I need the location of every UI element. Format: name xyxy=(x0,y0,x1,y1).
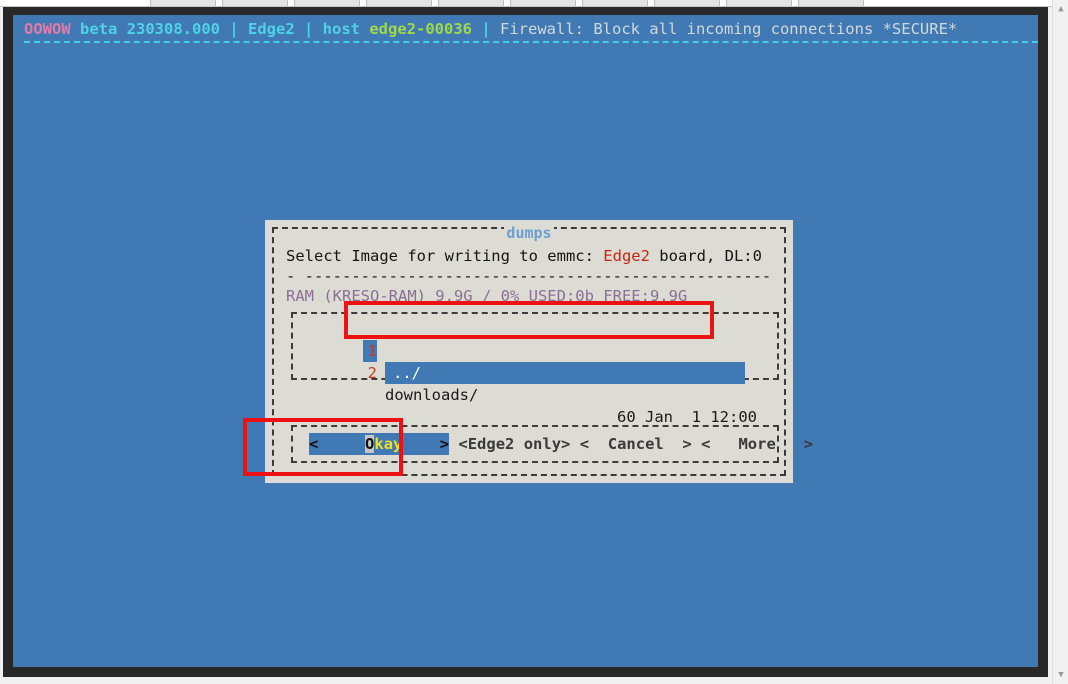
okay-button[interactable]: < Okay > xyxy=(309,433,450,455)
list-item[interactable]: 1 ../ xyxy=(293,318,777,384)
list-item[interactable]: 2 downloads/ 60 Jan 1 12:00 xyxy=(293,340,777,426)
dialog-divider: - --------------------------------------… xyxy=(286,267,774,285)
cancel-bracket-close: > xyxy=(682,435,692,453)
cancel-label: Cancel xyxy=(607,435,664,453)
browser-tab[interactable] xyxy=(654,0,720,6)
terminal-window-frame: OOWOW beta 230308.000 | Edge2 | host edg… xyxy=(3,7,1048,677)
browser-tab[interactable] xyxy=(510,0,576,6)
edge2-only-label: Edge2 only xyxy=(467,435,562,453)
browser-tab[interactable] xyxy=(294,0,360,6)
dialog-prompt-board: Edge2 xyxy=(603,247,650,265)
okay-hotkey: O xyxy=(365,435,375,453)
file-list[interactable]: 1 ../ 2 downloads/ 60 Jan 1 12:00 xyxy=(291,312,779,426)
cancel-button[interactable]: < Cancel > xyxy=(580,433,692,455)
host-label: host xyxy=(322,20,360,38)
edge2-only-button[interactable]: <Edge2 only> xyxy=(458,433,570,455)
separator-2: | xyxy=(294,20,323,38)
version-label: beta 230308.000 xyxy=(80,20,220,38)
screenshot-root: OOWOW beta 230308.000 | Edge2 | host edg… xyxy=(0,0,1068,684)
more-pad-right xyxy=(776,435,804,453)
cancel-bracket-open: < xyxy=(579,435,590,453)
okay-bracket-close: > xyxy=(439,435,450,453)
more-label: More xyxy=(738,435,776,453)
cancel-pad-left xyxy=(589,435,608,453)
browser-tab[interactable] xyxy=(582,0,648,6)
brand-label: OOWOW xyxy=(24,20,71,38)
dialog-title-text: dumps xyxy=(504,224,554,242)
list-item-name[interactable]: ../ xyxy=(385,362,745,384)
browser-tab[interactable] xyxy=(798,0,864,6)
browser-tab[interactable] xyxy=(438,0,504,6)
separator-1: | xyxy=(220,20,248,38)
scroll-up-arrow-icon[interactable]: ▲ xyxy=(1053,1,1068,17)
host-name: edge2-00036 xyxy=(369,20,472,38)
more-pad-left xyxy=(710,435,738,453)
browser-tab[interactable] xyxy=(222,0,288,6)
dialog-button-bar: < Okay > <Edge2 only> < Cancel > < More … xyxy=(291,425,813,463)
list-item-name[interactable]: downloads/ xyxy=(385,384,478,406)
okay-pad-left xyxy=(318,435,365,453)
image-select-dialog: dumps Select Image for writing to emmc: … xyxy=(265,220,813,483)
browser-tab[interactable] xyxy=(366,0,432,6)
terminal-screen[interactable]: OOWOW beta 230308.000 | Edge2 | host edg… xyxy=(13,15,1038,667)
scrollbar-thumb[interactable] xyxy=(1056,18,1066,658)
cancel-pad-right xyxy=(664,435,683,453)
dialog-button-row: < Okay > <Edge2 only> < Cancel > < More … xyxy=(293,433,813,455)
firewall-status: Firewall: Block all incoming connections… xyxy=(500,20,958,38)
scroll-down-arrow-icon[interactable]: ▼ xyxy=(1053,667,1068,683)
okay-label: kay xyxy=(374,435,403,453)
browser-tab[interactable] xyxy=(726,0,792,6)
list-item-index: 2 xyxy=(367,364,377,382)
board-label: Edge2 xyxy=(248,20,295,38)
browser-chrome-sliver xyxy=(0,0,1068,7)
browser-tab[interactable] xyxy=(150,0,216,6)
dialog-prompt-suffix: board, DL:0 xyxy=(649,247,762,265)
status-line: OOWOW beta 230308.000 | Edge2 | host edg… xyxy=(24,19,957,39)
edge2-only-bracket-open: < xyxy=(458,435,468,453)
okay-bracket-open: < xyxy=(309,435,319,453)
edge2-only-bracket-close: > xyxy=(561,435,571,453)
ram-status-line: RAM (KRESQ-RAM) 9.9G / 0% USED:0b FREE:9… xyxy=(286,287,688,305)
header-divider-rule xyxy=(24,41,1038,43)
dialog-title: dumps xyxy=(265,224,793,242)
more-bracket-close: > xyxy=(803,435,814,453)
browser-tab-strip xyxy=(150,0,864,6)
dialog-prompt: Select Image for writing to emmc: Edge2 … xyxy=(286,247,762,266)
more-button[interactable]: < More > xyxy=(701,433,813,455)
dialog-prompt-prefix: Select Image for writing to emmc: xyxy=(286,247,604,265)
separator-3: | xyxy=(472,20,500,38)
okay-pad-right xyxy=(402,435,439,453)
page-scrollbar[interactable]: ▲ ▼ xyxy=(1052,0,1068,684)
